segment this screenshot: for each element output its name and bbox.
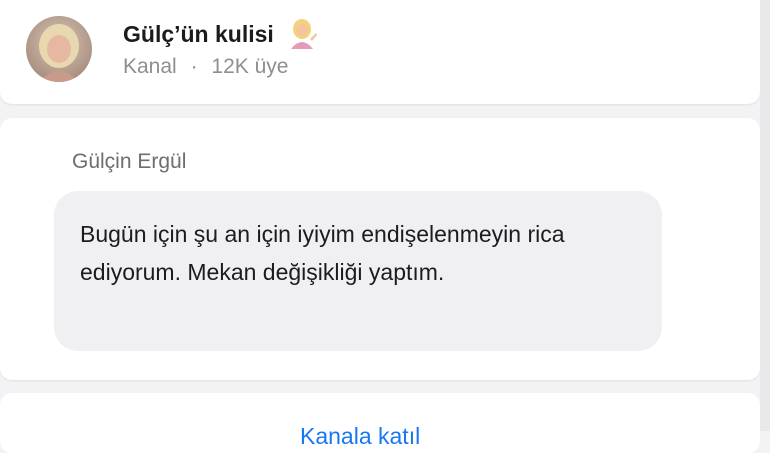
join-channel-button[interactable]: Kanala katıl [300, 423, 420, 450]
edge-divider [760, 0, 770, 431]
meta-separator: · [190, 55, 198, 78]
channel-name: Gülç’ün kulisi [123, 21, 274, 47]
footer-card: Kanala katıl [0, 393, 760, 453]
channel-type: Kanal [123, 55, 177, 78]
screen: Gülç’ün kulisi Kanal · 12K üye Gülçin Er… [0, 0, 770, 453]
message-bubble[interactable]: Bugün için şu an için iyiyim endişelenme… [54, 191, 662, 351]
channel-avatar[interactable] [26, 16, 92, 82]
sender-name: Gülçin Ergül [72, 150, 187, 173]
message-text: Bugün için şu an için iyiyim endişelenme… [80, 221, 565, 285]
woman-tipping-hand-emoji-icon [286, 17, 318, 49]
channel-title[interactable]: Gülç’ün kulisi [123, 17, 318, 49]
channel-meta: Kanal · 12K üye [123, 55, 288, 79]
channel-header[interactable]: Gülç’ün kulisi Kanal · 12K üye [0, 0, 760, 104]
member-count: 12K üye [211, 55, 289, 78]
message-card: Gülçin Ergül Bugün için şu an için iyiyi… [0, 118, 760, 380]
